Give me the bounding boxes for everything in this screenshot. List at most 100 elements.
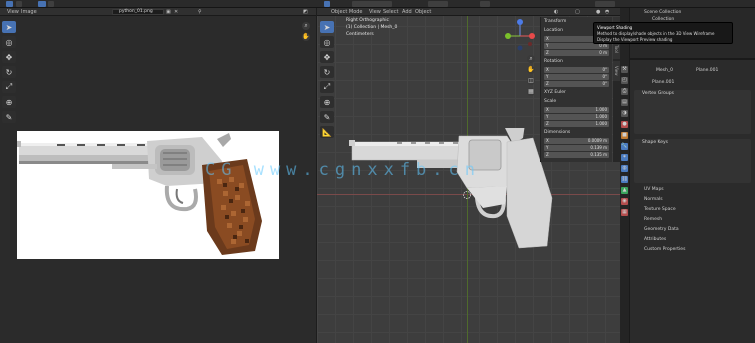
watermark-text: CG www.cgnxxfb.cn	[205, 160, 481, 180]
image-toolbar: ➤ ◎ ✥ ↻ ⤢ ⊕ ✎	[2, 21, 18, 126]
object-name-field[interactable]: Mesh_0	[656, 68, 673, 74]
collection-info: (1) Collection | Mesh_0	[346, 25, 398, 30]
shape-keys-header[interactable]: Shape Keys	[634, 139, 751, 146]
cursor-icon[interactable]: ➤	[2, 21, 16, 33]
image-filename: python_01.png	[119, 9, 153, 14]
scale-y-field[interactable]: Y 1.000	[544, 114, 609, 120]
dimensions-z-field[interactable]: Z 0.135 m	[544, 152, 609, 158]
pin-icon[interactable]: ⚲	[198, 9, 202, 15]
rotation-mode-dropdown[interactable]: XYZ Euler	[541, 88, 612, 97]
scale-icon[interactable]: ⤢	[320, 81, 334, 93]
image-menu[interactable]: Image	[21, 9, 37, 15]
viewport-info: Right Orthographic (1) Collection | Mesh…	[346, 17, 397, 38]
viewport-header: Object Mode View Select Add Object ◐ ▢ ●…	[317, 8, 620, 16]
attributes-header[interactable]: Attributes	[644, 237, 666, 243]
menu-select[interactable]: Select	[383, 9, 398, 15]
transform-orientation-dropdown[interactable]	[428, 1, 448, 7]
move-icon[interactable]: ✥	[2, 51, 16, 63]
rotate-icon[interactable]: ↻	[2, 66, 16, 78]
uv-maps-header[interactable]: UV Maps	[644, 187, 664, 193]
data-tab-icon[interactable]: ▲	[621, 187, 628, 194]
custom-properties-header[interactable]: Custom Properties	[644, 247, 685, 253]
texture-tab-icon[interactable]: ▦	[621, 209, 628, 216]
mode-dropdown[interactable]: Object Mode	[331, 9, 363, 15]
location-z-field[interactable]: Z0 m	[544, 50, 609, 56]
vertex-groups-header[interactable]: Vertex Groups	[634, 90, 751, 97]
tooltip-line-2: Display the Viewport Preview shading	[597, 37, 673, 42]
display-channels-icon[interactable]: ◩	[303, 9, 308, 15]
units-info: Centimeters	[346, 32, 374, 37]
measure-icon[interactable]: 📐	[320, 126, 334, 138]
select-mode-button[interactable]	[352, 1, 392, 7]
material-tab-icon[interactable]: ◉	[621, 198, 628, 205]
scale-x-field[interactable]: X 1.000	[544, 107, 609, 113]
mode-button[interactable]	[38, 1, 46, 7]
new-image-icon[interactable]: ▣	[166, 9, 171, 15]
snap-button[interactable]	[480, 1, 490, 7]
select-box-icon[interactable]: ➤	[320, 21, 334, 33]
pan-hand-icon[interactable]: ✋	[527, 66, 535, 74]
scale-z-field[interactable]: Z 1.000	[544, 121, 609, 127]
render-tab-icon[interactable]: ◰	[621, 77, 628, 84]
remesh-header[interactable]: Remesh	[644, 217, 662, 223]
menu-view[interactable]: View	[369, 9, 381, 15]
properties-tab-bar: ⚒ ◰ ⎙ ▤ ◑ ● ■ 🔧 ✶ ◍ ⛓ ▲ ◉ ▦	[620, 8, 630, 343]
tab-view[interactable]: View	[613, 61, 620, 81]
annotate-icon[interactable]: ✎	[2, 111, 16, 123]
editor-type-3d-icon[interactable]	[324, 1, 330, 7]
workspace-button[interactable]	[16, 1, 22, 7]
xray-icon[interactable]: ▢	[575, 9, 580, 15]
transform-icon[interactable]: ⊕	[2, 96, 16, 108]
texture-space-header[interactable]: Texture Space	[644, 207, 676, 213]
close-image-icon[interactable]: ✕	[174, 9, 178, 15]
object-tab-icon[interactable]: ■	[621, 132, 628, 139]
dimensions-x-field[interactable]: X 0.0009 m	[544, 138, 609, 144]
dimensions-y-field[interactable]: Y 0.139 m	[544, 145, 609, 151]
pan-hand-icon[interactable]: ✋	[302, 33, 310, 41]
rotation-y-field[interactable]: Y 0°	[544, 74, 609, 80]
viewport-toolbar: ➤ ◎ ✥ ↻ ⤢ ⊕ ✎ 📐	[320, 21, 336, 141]
cursor-3d-icon[interactable]: ◎	[320, 36, 334, 48]
scale-label: Scale	[544, 99, 557, 104]
data-name-field[interactable]: Plane.001	[652, 80, 674, 86]
ortho-toggle-icon[interactable]: ▦	[527, 88, 535, 96]
rotation-z-field[interactable]: Z 0°	[544, 81, 609, 87]
overlay-icon[interactable]: ◐	[554, 9, 558, 15]
scene-collection-label[interactable]: Scene Collection	[644, 10, 681, 16]
rotation-x-field[interactable]: X 0°	[544, 67, 609, 73]
zoom-icon[interactable]: ⌕	[527, 55, 535, 63]
reference-image	[17, 131, 279, 259]
menu-add[interactable]: Add	[402, 9, 412, 15]
camera-icon[interactable]: ◫	[527, 77, 535, 85]
zoom-icon[interactable]: ⌕	[302, 22, 310, 30]
move-icon[interactable]: ✥	[320, 51, 334, 63]
view-layer-tab-icon[interactable]: ▤	[621, 99, 628, 106]
constraints-tab-icon[interactable]: ⛓	[621, 176, 628, 183]
rotate-icon[interactable]: ↻	[320, 66, 334, 78]
geometry-data-header[interactable]: Geometry Data	[644, 227, 679, 233]
scale-icon[interactable]: ⤢	[2, 81, 16, 93]
sample-icon[interactable]: ◎	[2, 36, 16, 48]
particles-tab-icon[interactable]: ✶	[621, 154, 628, 161]
output-tab-icon[interactable]: ⎙	[621, 88, 628, 95]
shading-solid-icon[interactable]: ●	[596, 9, 600, 15]
shading-material-icon[interactable]: ◓	[605, 9, 609, 15]
view-menu[interactable]: View	[7, 9, 19, 15]
proportional-edit-button[interactable]	[595, 1, 615, 7]
annotate-icon[interactable]: ✎	[320, 111, 334, 123]
world-tab-icon[interactable]: ●	[621, 121, 628, 128]
navigation-gizmo-icon[interactable]	[504, 18, 540, 52]
normals-header[interactable]: Normals	[644, 197, 663, 203]
tool-tab-icon[interactable]: ⚒	[621, 66, 628, 73]
scene-tab-icon[interactable]: ◑	[621, 110, 628, 117]
physics-tab-icon[interactable]: ◍	[621, 165, 628, 172]
modifier-tab-icon[interactable]: 🔧	[621, 143, 628, 150]
view-name: Right Orthographic	[346, 18, 389, 23]
mesh-name-field[interactable]: Plane.001	[696, 68, 718, 74]
editor-type-icon[interactable]	[6, 1, 13, 7]
top-bar	[0, 0, 755, 8]
layout-button[interactable]	[48, 1, 54, 7]
menu-object[interactable]: Object	[415, 9, 431, 15]
image-filename-field[interactable]: python_01.png	[112, 9, 164, 15]
transform-icon[interactable]: ⊕	[320, 96, 334, 108]
